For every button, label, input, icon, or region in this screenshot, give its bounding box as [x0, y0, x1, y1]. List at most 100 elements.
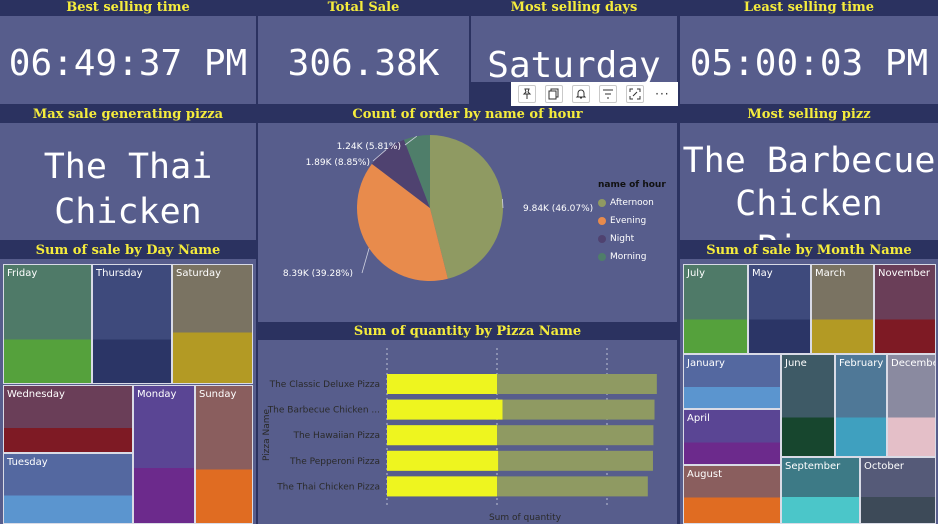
- month-tile-label: August: [687, 469, 722, 480]
- bar-highlight-the-barbecue-chicken[interactable]: [387, 399, 503, 420]
- day-tile-label: Thursday: [96, 268, 143, 279]
- month-tile-february[interactable]: February: [835, 354, 887, 457]
- month-treemap-panel[interactable]: Sum of sale by Month Name July May March No…: [680, 243, 938, 524]
- month-tile-december[interactable]: December: [887, 354, 936, 457]
- month-tile-label: October: [864, 461, 905, 472]
- day-tile-label: Sunday: [199, 389, 237, 400]
- bar-highlight-the-pepperoni-pizza[interactable]: [387, 450, 499, 471]
- pie-data-label-afternoon: 9.84K (46.07%): [523, 204, 593, 214]
- day-tile-friday[interactable]: Friday: [3, 264, 92, 384]
- month-tile-september[interactable]: September: [781, 457, 860, 524]
- kpi-best-selling-time-title: Best selling time: [0, 0, 256, 16]
- legend-label: Morning: [610, 252, 647, 262]
- visual-header-toolbar: ···: [511, 82, 678, 106]
- day-tile-thursday[interactable]: Thursday: [92, 264, 172, 384]
- month-tile-label: February: [839, 358, 884, 369]
- bar-chart-title: Sum of quantity by Pizza Name: [258, 324, 677, 340]
- day-tile-wednesday[interactable]: Wednesday: [3, 385, 133, 453]
- month-tile-label: January: [687, 358, 725, 369]
- day-tile-label: Monday: [137, 389, 177, 400]
- bar-category-label: The Hawaiian Pizza: [292, 431, 380, 441]
- kpi-least-selling-time-value: 05:00:03 PM: [689, 43, 929, 84]
- focus-mode-icon[interactable]: [626, 85, 645, 103]
- month-tile-november[interactable]: November: [874, 264, 936, 354]
- month-tile-june[interactable]: June: [781, 354, 835, 457]
- legend-dot-icon: [598, 217, 606, 225]
- filter-icon[interactable]: [599, 85, 618, 103]
- bar-category-label: The Barbecue Chicken ...: [267, 406, 380, 416]
- bar-category-label: The Classic Deluxe Pizza: [269, 380, 380, 390]
- legend-label: Afternoon: [610, 198, 654, 208]
- day-tile-label: Saturday: [176, 268, 222, 279]
- bar-highlight-the-classic-deluxe-pizza[interactable]: [387, 374, 497, 394]
- month-tile-october[interactable]: October: [860, 457, 936, 524]
- pie-legend-item-evening[interactable]: Evening: [598, 212, 676, 230]
- legend-label: Night: [610, 234, 635, 244]
- card-max-sale-pizza-line2: Chicken Pizza: [54, 192, 202, 240]
- day-treemap: Friday Thursday Saturday Wednesday Monday Sun…: [0, 259, 256, 524]
- legend-dot-icon: [598, 253, 606, 261]
- pie-legend-item-night[interactable]: Night: [598, 230, 676, 248]
- card-max-sale-pizza[interactable]: Max sale generating pizza The Thai Chick…: [0, 107, 256, 240]
- bar-chart: The Classic Deluxe Pizza The Barbecue Chi…: [262, 348, 657, 523]
- month-tile-label: December: [891, 358, 935, 369]
- kpi-best-selling-time-value: 06:49:37 PM: [8, 43, 248, 84]
- day-treemap-title: Sum of sale by Day Name: [0, 243, 256, 259]
- pie-chart-panel[interactable]: Count of order by name of hour 9.84K (46…: [258, 107, 677, 322]
- bar-x-axis-label: Sum of quantity: [489, 513, 562, 523]
- month-tile-label: March: [815, 268, 846, 279]
- month-tile-label: September: [785, 461, 841, 472]
- kpi-most-selling-days[interactable]: Most selling days Saturday: [471, 0, 677, 82]
- card-max-sale-pizza-title: Max sale generating pizza: [0, 107, 256, 123]
- month-tile-may[interactable]: May: [748, 264, 811, 354]
- card-most-selling-pizza-line1: The Barbecue: [682, 141, 936, 181]
- day-tile-tuesday[interactable]: Tuesday: [3, 453, 133, 524]
- legend-dot-icon: [598, 235, 606, 243]
- card-most-selling-pizza[interactable]: Most selling pizz The Barbecue Chicken P…: [680, 107, 938, 240]
- kpi-best-selling-time[interactable]: Best selling time 06:49:37 PM: [0, 0, 256, 104]
- month-tile-label: April: [687, 413, 710, 424]
- bell-icon[interactable]: [571, 85, 590, 103]
- kpi-total-sale-value: 306.38K: [287, 43, 440, 84]
- pie-chart-title: Count of order by name of hour: [258, 107, 677, 123]
- month-tile-august[interactable]: August: [683, 465, 781, 524]
- month-tile-march[interactable]: March: [811, 264, 874, 354]
- kpi-total-sale-title: Total Sale: [258, 0, 469, 16]
- copy-icon[interactable]: [544, 85, 563, 103]
- month-tile-april[interactable]: April: [683, 409, 781, 465]
- day-tile-sunday[interactable]: Sunday: [195, 385, 253, 524]
- bar-highlight-the-hawaiian-pizza[interactable]: [387, 425, 497, 446]
- bar-chart-panel[interactable]: Sum of quantity by Pizza Name The Classi…: [258, 324, 677, 524]
- more-options-icon[interactable]: ···: [653, 85, 671, 103]
- month-tile-label: July: [687, 268, 705, 279]
- day-tile-monday[interactable]: Monday: [133, 385, 195, 524]
- pie-legend: name of hour Afternoon Evening Night Mornin…: [598, 180, 676, 266]
- kpi-most-selling-days-title: Most selling days: [471, 0, 677, 16]
- pie-legend-item-morning[interactable]: Morning: [598, 248, 676, 266]
- bar-y-axis-label: Pizza Name: [262, 408, 272, 461]
- bar-highlight-the-thai-chicken-pizza[interactable]: [387, 476, 497, 497]
- card-max-sale-pizza-line1: The Thai: [43, 147, 213, 187]
- kpi-least-selling-time-title: Least selling time: [680, 0, 938, 16]
- pie-legend-item-afternoon[interactable]: Afternoon: [598, 194, 676, 212]
- day-treemap-panel[interactable]: Sum of sale by Day Name Friday Thursday Sa…: [0, 243, 256, 524]
- card-most-selling-pizza-line2: Chicken Pizza: [735, 184, 883, 240]
- day-tile-saturday[interactable]: Saturday: [172, 264, 253, 384]
- bar-category-label: The Thai Chicken Pizza: [276, 482, 380, 492]
- pie-data-label-morning: 1.24K (5.81%): [337, 142, 401, 152]
- legend-label: Evening: [610, 216, 647, 226]
- bar-category-label: The Pepperoni Pizza: [289, 457, 380, 467]
- month-treemap-title: Sum of sale by Month Name: [680, 243, 938, 259]
- month-tile-july[interactable]: July: [683, 264, 748, 354]
- pin-icon[interactable]: [517, 85, 536, 103]
- day-tile-label: Wednesday: [7, 389, 65, 400]
- card-most-selling-pizza-title: Most selling pizz: [680, 107, 938, 123]
- kpi-most-selling-days-value: Saturday: [487, 45, 661, 82]
- kpi-total-sale[interactable]: Total Sale 306.38K: [258, 0, 469, 104]
- kpi-least-selling-time[interactable]: Least selling time 05:00:03 PM: [680, 0, 938, 104]
- pie-data-label-night: 1.89K (8.85%): [306, 158, 370, 168]
- month-tile-label: November: [878, 268, 931, 279]
- month-tile-january[interactable]: January: [683, 354, 781, 409]
- month-tile-label: May: [752, 268, 773, 279]
- day-tile-label: Friday: [7, 268, 38, 279]
